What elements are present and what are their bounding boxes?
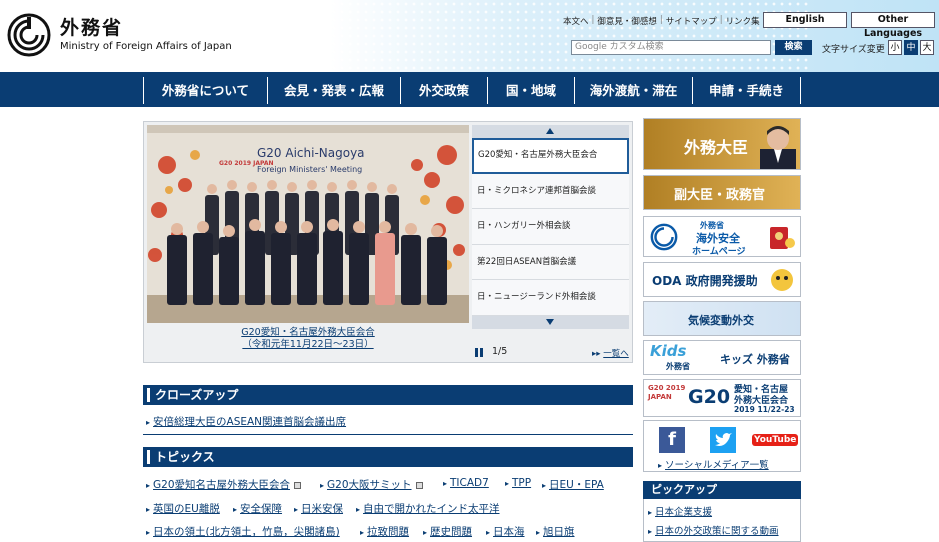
- twitter-icon[interactable]: [710, 427, 736, 453]
- climate-label: 気候変動外交: [688, 314, 754, 327]
- g20-year-logo: G20 2019 JAPAN: [648, 384, 686, 401]
- sitemap-link[interactable]: サイトマップ: [666, 15, 717, 27]
- slide-list: G20愛知・名古屋外務大臣会合 日・ミクロネシア連邦首脳会談 日・ハンガリー外相…: [472, 125, 629, 329]
- pickup-list: ▸ 日本企業支援 ▸ 日本の外交政策に関する動画: [643, 499, 801, 542]
- topic-link[interactable]: ▸ 日本海: [486, 524, 525, 539]
- slide-list-link[interactable]: ▸▸ 一覧へ: [592, 347, 629, 359]
- minister-portrait-icon: [760, 126, 796, 169]
- topic-link[interactable]: ▸ TPP: [505, 477, 531, 489]
- topic-link[interactable]: ▸ 自由で開かれたインド太平洋: [356, 501, 500, 516]
- closeup-divider: [143, 434, 633, 435]
- oda-mascot-icon: [771, 269, 793, 291]
- slide-pager: 1/5 ▸▸ 一覧へ: [472, 344, 629, 360]
- topic-link[interactable]: ▸ 歴史問題: [423, 524, 472, 539]
- vice-minister-banner[interactable]: 副大臣・政務官: [643, 175, 801, 210]
- social-media-list-link[interactable]: ▸ ソーシャルメディア一覧: [658, 457, 769, 471]
- kids-logo: Kids: [650, 342, 687, 360]
- window-icon: [294, 481, 302, 489]
- site-header: 外務省 Ministry of Foreign Affairs of Japan…: [0, 0, 939, 72]
- slide-up-button[interactable]: [472, 125, 629, 138]
- closeup-heading: クローズアップ: [143, 385, 633, 405]
- climate-banner[interactable]: 気候変動外交: [643, 301, 801, 336]
- nav-about-mofa[interactable]: 外務省について: [143, 77, 267, 104]
- ministry-emblem-icon: [650, 223, 678, 251]
- topic-link[interactable]: ▸ 安全保障: [233, 501, 282, 516]
- passport-mascot-icon: [770, 227, 795, 249]
- search-button[interactable]: 検索: [775, 40, 812, 55]
- slide-down-button[interactable]: [472, 315, 629, 329]
- nav-foreign-policy[interactable]: 外交政策: [400, 77, 487, 104]
- search-input[interactable]: Google カスタム検索: [571, 40, 771, 55]
- topic-link[interactable]: ▸ 旭日旗: [536, 524, 575, 539]
- feedback-link[interactable]: 御意見・御感想: [597, 15, 657, 27]
- photo-title-1: G20 Aichi-Nagoya: [257, 146, 365, 160]
- nav-overseas-travel[interactable]: 海外渡航・滞在: [574, 77, 692, 104]
- topic-link[interactable]: ▸ 日本の領土(北方領土，竹島，尖閣諸島): [146, 524, 340, 539]
- utility-links: 本文へ | 御意見・御感想 | サイトマップ | リンク集: [563, 15, 760, 27]
- photo-g20-logo: G20 2019 JAPAN: [219, 160, 274, 167]
- font-size-small-button[interactable]: 小: [888, 40, 902, 55]
- topics-heading: トピックス: [143, 447, 633, 467]
- nav-applications[interactable]: 申請・手続き: [692, 77, 801, 104]
- font-size-medium-button[interactable]: 中: [904, 40, 918, 55]
- g20-date: 2019 11/22-23: [734, 405, 795, 414]
- font-size-large-button[interactable]: 大: [920, 40, 934, 55]
- logo-english[interactable]: Ministry of Foreign Affairs of Japan: [60, 41, 232, 52]
- facebook-icon[interactable]: f: [659, 427, 685, 453]
- featured-photo[interactable]: G20 Aichi-Nagoya Foreign Ministers' Meet…: [147, 125, 469, 323]
- chevron-up-icon: [546, 128, 554, 134]
- caption-line-1[interactable]: G20愛知・名古屋外務大臣会合: [147, 327, 469, 339]
- topic-link[interactable]: ▸ G20愛知名古屋外務大臣会合: [146, 477, 302, 492]
- topic-link[interactable]: ▸ 拉致問題: [360, 524, 409, 539]
- pickup-item[interactable]: ▸ 日本の外交政策に関する動画: [648, 523, 779, 537]
- slide-item[interactable]: 日・ハンガリー外相会談: [472, 209, 629, 245]
- youtube-icon[interactable]: YouTube: [752, 427, 799, 453]
- slide-item[interactable]: 日・ミクロネシア連邦首脳会談: [472, 173, 629, 209]
- topic-link[interactable]: ▸ 日米安保: [294, 501, 343, 516]
- main-navigation: 外務省について 会見・発表・広報 外交政策 国・地域 海外渡航・滞在 申請・手続…: [0, 72, 939, 107]
- slide-item[interactable]: G20愛知・名古屋外務大臣会合: [472, 138, 629, 174]
- caption-line-2[interactable]: （令和元年11月22日〜23日）: [147, 339, 469, 351]
- logo-japanese[interactable]: 外務省: [60, 13, 123, 40]
- slide-caption[interactable]: G20愛知・名古屋外務大臣会合 （令和元年11月22日〜23日）: [147, 327, 469, 351]
- window-icon: [415, 481, 423, 489]
- links-page-link[interactable]: リンク集: [726, 15, 760, 27]
- kids-sub: 外務省: [666, 362, 690, 371]
- g20-big: G20: [688, 386, 731, 408]
- g20-banner[interactable]: G20 2019 JAPAN G20 愛知・名古屋 外務大臣会合 2019 11…: [643, 379, 801, 417]
- overseas-safety-line2: ホームページ: [692, 247, 746, 257]
- chevron-down-icon: [546, 318, 554, 325]
- skip-to-content-link[interactable]: 本文へ: [563, 15, 589, 27]
- topic-link[interactable]: ▸ TICAD7: [443, 477, 489, 489]
- slide-item[interactable]: 日・ニュージーランド外相会談: [472, 280, 629, 316]
- overseas-safety-banner[interactable]: 外務省 海外安全 ホームページ: [643, 216, 801, 257]
- kids-banner[interactable]: Kids 外務省 キッズ 外務省: [643, 340, 801, 375]
- pickup-heading: ピックアップ: [643, 481, 801, 499]
- english-button[interactable]: English: [763, 12, 847, 28]
- oda-label: ODA 政府開発援助: [652, 274, 758, 288]
- social-media-box: f YouTube ▸ ソーシャルメディア一覧: [643, 420, 801, 472]
- nav-countries-regions[interactable]: 国・地域: [487, 77, 574, 104]
- slide-counter: 1/5: [492, 346, 508, 357]
- minister-label: 外務大臣: [684, 138, 749, 157]
- font-size-label: 文字サイズ変更: [822, 45, 885, 55]
- topic-link[interactable]: ▸ G20大阪サミット: [320, 477, 423, 492]
- nav-press-releases[interactable]: 会見・発表・広報: [267, 77, 400, 104]
- vice-minister-label: 副大臣・政務官: [674, 188, 766, 203]
- kids-label: キッズ 外務省: [720, 353, 790, 366]
- pause-icon[interactable]: [475, 348, 483, 357]
- group-photo-illustration: G20 Aichi-Nagoya Foreign Ministers' Meet…: [147, 125, 469, 323]
- topic-link[interactable]: ▸ 日EU・EPA: [542, 477, 604, 492]
- slide-item[interactable]: 第22回日ASEAN首脳会議: [472, 244, 629, 280]
- ministry-emblem-icon[interactable]: [6, 12, 52, 58]
- topic-link[interactable]: ▸ 英国のEU離脱: [146, 501, 220, 516]
- minister-banner[interactable]: 外務大臣: [643, 118, 801, 170]
- other-languages-button[interactable]: Other Languages: [851, 12, 935, 39]
- closeup-link[interactable]: ▸ 安倍総理大臣のASEAN関連首脳会議出席: [146, 414, 346, 429]
- oda-banner[interactable]: ODA 政府開発援助: [643, 262, 801, 297]
- header-dot-pattern: [330, 0, 810, 72]
- pickup-item[interactable]: ▸ 日本企業支援: [648, 504, 712, 518]
